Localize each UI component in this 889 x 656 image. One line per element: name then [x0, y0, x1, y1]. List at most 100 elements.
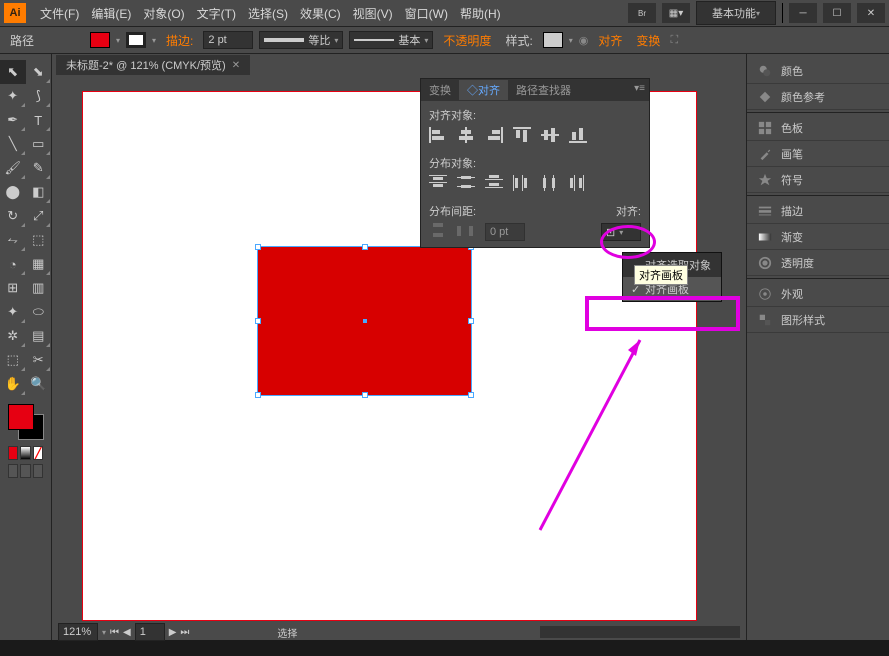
- dist-bottom-icon[interactable]: [485, 175, 503, 191]
- type-tool[interactable]: T: [26, 108, 52, 132]
- line-tool[interactable]: ╲: [0, 132, 26, 156]
- direct-selection-tool[interactable]: ⬊: [26, 60, 52, 84]
- dist-vspace-icon[interactable]: [429, 223, 447, 239]
- fill-color[interactable]: [8, 404, 34, 430]
- panel-tab-pathfinder[interactable]: 路径查找器: [508, 80, 579, 100]
- blend-tool[interactable]: ⬭: [26, 300, 52, 324]
- nav-last-icon[interactable]: ⏭: [180, 627, 189, 638]
- stroke-swatch[interactable]: [126, 32, 146, 48]
- align-hcenter-icon[interactable]: [457, 127, 475, 143]
- panel-symbols[interactable]: 符号: [747, 167, 889, 193]
- menu-select[interactable]: 选择(S): [242, 5, 294, 22]
- style-swatch[interactable]: [543, 32, 563, 48]
- lasso-tool[interactable]: ⟆: [26, 84, 52, 108]
- dist-left-icon[interactable]: [513, 175, 531, 191]
- handle-nw[interactable]: [255, 244, 261, 250]
- panel-color-guide[interactable]: 颜色参考: [747, 84, 889, 110]
- slice-tool[interactable]: ✂: [26, 348, 52, 372]
- menu-file[interactable]: 文件(F): [34, 5, 85, 22]
- dist-vcenter-icon[interactable]: [457, 175, 475, 191]
- width-tool[interactable]: ⥊: [0, 228, 26, 252]
- panel-appearance[interactable]: 外观: [747, 281, 889, 307]
- panel-swatches[interactable]: 色板: [747, 115, 889, 141]
- document-tab[interactable]: 未标题-2* @ 121% (CMYK/预览) ✕: [56, 55, 250, 75]
- handle-e[interactable]: [468, 318, 474, 324]
- dist-hspace-icon[interactable]: [457, 223, 475, 239]
- selection-tool[interactable]: ⬉: [0, 60, 26, 84]
- screen-mode[interactable]: [33, 464, 43, 478]
- screen-full[interactable]: [20, 464, 30, 478]
- zoom-tool[interactable]: 🔍: [26, 372, 52, 396]
- handle-w[interactable]: [255, 318, 261, 324]
- panel-gradient[interactable]: 渐变: [747, 224, 889, 250]
- magic-wand-tool[interactable]: ✦: [0, 84, 26, 108]
- stroke-label[interactable]: 描边:: [162, 32, 197, 49]
- align-top-icon[interactable]: [513, 127, 531, 143]
- panel-color[interactable]: 颜色: [747, 58, 889, 84]
- menu-type[interactable]: 文字(T): [191, 5, 242, 22]
- align-right-icon[interactable]: [485, 127, 503, 143]
- menu-effect[interactable]: 效果(C): [294, 5, 347, 22]
- gradient-mode[interactable]: [20, 446, 30, 460]
- mesh-tool[interactable]: ⊞: [0, 276, 26, 300]
- pencil-tool[interactable]: ✎: [26, 156, 52, 180]
- nav-first-icon[interactable]: ⏮: [110, 627, 119, 638]
- fill-stroke-selector[interactable]: [8, 404, 44, 440]
- panel-tab-transform[interactable]: 变换: [421, 80, 459, 100]
- opacity-label[interactable]: 不透明度: [439, 32, 495, 49]
- spacing-input[interactable]: [485, 223, 525, 241]
- blob-brush-tool[interactable]: ⬤: [0, 180, 26, 204]
- scale-tool[interactable]: ⤢: [26, 204, 52, 228]
- handle-s[interactable]: [362, 392, 368, 398]
- free-transform-tool[interactable]: ⬚: [26, 228, 52, 252]
- brush-select[interactable]: 基本▾: [349, 31, 433, 49]
- color-mode[interactable]: [8, 446, 18, 460]
- dist-right-icon[interactable]: [569, 175, 587, 191]
- rotate-tool[interactable]: ↻: [0, 204, 26, 228]
- pen-tool[interactable]: ✒: [0, 108, 26, 132]
- stroke-width-input[interactable]: [203, 31, 253, 49]
- panel-menu-icon[interactable]: ▾≡: [634, 83, 645, 94]
- bridge-button[interactable]: Br: [628, 3, 656, 23]
- align-left-icon[interactable]: [429, 127, 447, 143]
- isolate-icon[interactable]: ⛶: [670, 34, 678, 47]
- zoom-input[interactable]: [58, 623, 98, 641]
- menu-edit[interactable]: 编辑(E): [85, 5, 137, 22]
- minimize-button[interactable]: ─: [789, 3, 817, 23]
- shape-builder-tool[interactable]: ◔: [0, 252, 26, 276]
- align-bottom-icon[interactable]: [569, 127, 587, 143]
- eraser-tool[interactable]: ◧: [26, 180, 52, 204]
- gradient-tool[interactable]: ▥: [26, 276, 52, 300]
- panel-transparency[interactable]: 透明度: [747, 250, 889, 276]
- dist-hcenter-icon[interactable]: [541, 175, 559, 191]
- hand-tool[interactable]: ✋: [0, 372, 26, 396]
- panel-brushes[interactable]: 画笔: [747, 141, 889, 167]
- stroke-profile-select[interactable]: 等比▾: [259, 31, 343, 49]
- rectangle-tool[interactable]: ▭: [26, 132, 52, 156]
- panel-stroke[interactable]: 描边: [747, 198, 889, 224]
- panel-tab-align[interactable]: ◇对齐: [459, 80, 508, 100]
- nav-prev-icon[interactable]: ◀: [123, 627, 131, 638]
- align-vcenter-icon[interactable]: [541, 127, 559, 143]
- panel-graphic-styles[interactable]: 图形样式: [747, 307, 889, 333]
- menu-view[interactable]: 视图(V): [347, 5, 399, 22]
- page-input[interactable]: [135, 623, 165, 641]
- arrange-button[interactable]: ▦▾: [662, 3, 690, 23]
- close-button[interactable]: ✕: [857, 3, 885, 23]
- maximize-button[interactable]: ☐: [823, 3, 851, 23]
- workspace-selector[interactable]: 基本功能 ▾: [696, 1, 776, 25]
- dist-top-icon[interactable]: [429, 175, 447, 191]
- perspective-tool[interactable]: ▦: [26, 252, 52, 276]
- h-scrollbar[interactable]: [540, 626, 740, 638]
- handle-sw[interactable]: [255, 392, 261, 398]
- selected-rectangle[interactable]: [257, 246, 472, 396]
- close-tab-icon[interactable]: ✕: [232, 60, 240, 71]
- screen-normal[interactable]: [8, 464, 18, 478]
- handle-se[interactable]: [468, 392, 474, 398]
- menu-help[interactable]: 帮助(H): [454, 5, 507, 22]
- none-mode[interactable]: ╱: [33, 446, 43, 460]
- align-to-dropdown[interactable]: ⊡▾: [601, 223, 641, 241]
- symbol-sprayer-tool[interactable]: ✲: [0, 324, 26, 348]
- paintbrush-tool[interactable]: 🖌: [0, 156, 26, 180]
- transform-label[interactable]: 变换: [632, 32, 664, 49]
